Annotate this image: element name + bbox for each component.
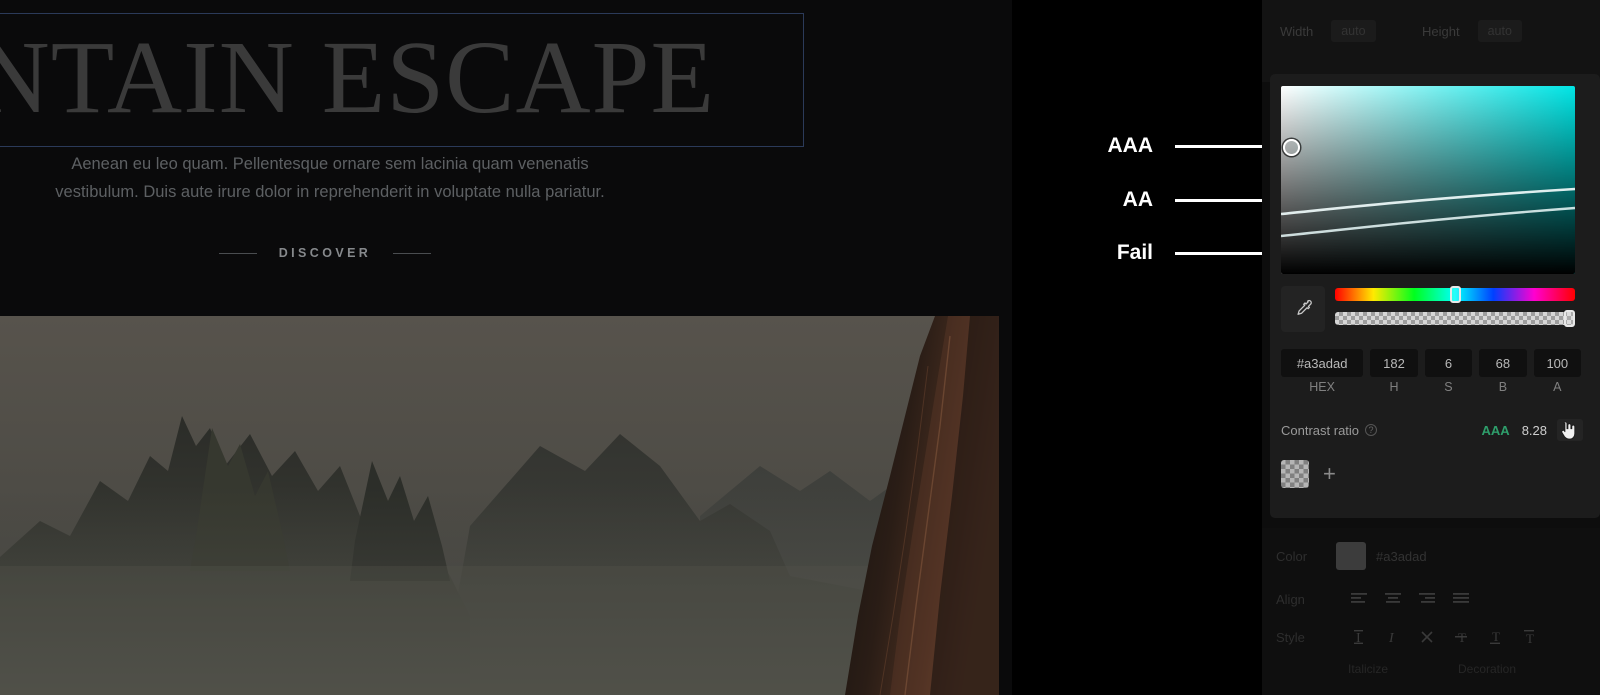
align-left-icon[interactable] <box>1342 584 1376 614</box>
hex-label: HEX <box>1309 380 1335 394</box>
text-color-row[interactable]: Color #a3adad <box>1276 542 1427 570</box>
italic-glyph: I <box>1354 630 1363 645</box>
hue-label: H <box>1389 380 1399 394</box>
align-center-icon[interactable] <box>1376 584 1410 614</box>
discover-cta[interactable]: DISCOVER <box>180 240 470 266</box>
saturation-input[interactable]: 6 <box>1424 349 1473 377</box>
align-right-icon[interactable] <box>1410 584 1444 614</box>
text-align-row: Align <box>1276 584 1478 614</box>
brightness-label: B <box>1498 380 1508 394</box>
cta-dash-left <box>218 252 257 254</box>
hero-paragraph[interactable]: Aenean eu leo quam. Pellentesque ornare … <box>0 150 700 206</box>
annotation-fail: Fail <box>1043 241 1295 265</box>
hue-input[interactable]: 182 <box>1370 349 1418 377</box>
saturation-brightness-field[interactable] <box>1281 86 1575 274</box>
hero-section: MOUNTAIN ESCAPE Aenean eu leo quam. Pell… <box>0 0 1012 316</box>
strikethrough-glyph: T <box>1455 630 1467 645</box>
eyedropper-glyph <box>1297 300 1312 315</box>
decoration-caption: Decoration <box>1458 662 1516 676</box>
right-inspector-panel: Width auto Height auto #a3adad 182 6 68 … <box>1262 0 1600 695</box>
text-color-swatch[interactable] <box>1336 542 1366 570</box>
annotation-fail-label: Fail <box>1116 241 1153 264</box>
alpha-input[interactable]: 100 <box>1533 349 1582 377</box>
mountain-photo-graphic <box>0 316 999 695</box>
contrast-grade-badge: AAA <box>1481 422 1510 438</box>
align-justify-glyph <box>1453 593 1469 603</box>
color-picker-popover: #a3adad 182 6 68 100 HEX H S B A Contras… <box>1270 74 1600 518</box>
height-control[interactable]: Height auto <box>1422 20 1522 42</box>
align-right-glyph <box>1419 593 1435 603</box>
overline-icon[interactable]: T <box>1512 622 1546 652</box>
annotation-aa-label: AA <box>1122 188 1153 211</box>
annotation-aaa: AAA <box>1043 134 1295 158</box>
width-label: Width <box>1280 23 1314 39</box>
info-icon[interactable]: ? <box>1365 424 1378 436</box>
align-left-glyph <box>1351 593 1367 603</box>
sb-gradient <box>1281 86 1575 274</box>
heading-selection-box[interactable] <box>0 13 804 147</box>
clear-format-icon[interactable] <box>1410 622 1444 652</box>
color-field-labels: HEX H S B A <box>1281 380 1581 400</box>
contrast-ratio-row: Contrast ratio ? AAA 8.28 <box>1281 418 1583 442</box>
cta-dash-right <box>393 252 432 254</box>
height-label: Height <box>1422 23 1460 39</box>
sb-selector-handle[interactable] <box>1283 139 1300 156</box>
hue-slider-thumb[interactable] <box>1450 286 1461 303</box>
dimensions-section: Width auto Height auto <box>1262 0 1600 82</box>
swatches-row: + <box>1281 460 1336 488</box>
text-style-label: Style <box>1276 629 1305 645</box>
hex-input[interactable]: #a3adad <box>1281 349 1364 377</box>
underline-icon[interactable]: T <box>1478 622 1512 652</box>
strikethrough-icon[interactable]: T <box>1444 622 1478 652</box>
hue-slider[interactable] <box>1335 286 1575 303</box>
color-value-fields: #a3adad 182 6 68 100 <box>1281 349 1582 377</box>
saturation-label: S <box>1444 380 1453 394</box>
text-style-row: Style I I T T <box>1276 622 1546 652</box>
mountain-photo[interactable] <box>0 316 999 695</box>
website-canvas: MOUNTAIN ESCAPE Aenean eu leo quam. Pell… <box>0 0 1012 695</box>
discover-label: DISCOVER <box>278 246 372 260</box>
text-color-hex[interactable]: #a3adad <box>1376 549 1427 564</box>
svg-text:T: T <box>1526 631 1534 645</box>
alpha-label: A <box>1553 380 1562 394</box>
italic-alt-glyph: I <box>1388 631 1395 645</box>
decoration-label: Decoration <box>1458 662 1517 676</box>
add-swatch-button[interactable]: + <box>1323 463 1336 485</box>
brightness-input[interactable]: 68 <box>1479 349 1527 377</box>
eyedropper-icon[interactable] <box>1281 286 1325 332</box>
text-align-label: Align <box>1276 591 1305 607</box>
text-color-label: Color <box>1276 548 1308 564</box>
svg-text:I: I <box>1388 631 1395 645</box>
app-root: MOUNTAIN ESCAPE Aenean eu leo quam. Pell… <box>0 0 1600 695</box>
overline-glyph: T <box>1524 630 1534 645</box>
width-control[interactable]: Width auto <box>1280 20 1376 42</box>
alpha-slider-thumb[interactable] <box>1564 310 1575 327</box>
align-center-glyph <box>1385 593 1401 603</box>
svg-text:T: T <box>1492 629 1500 644</box>
italic-icon[interactable]: I <box>1342 622 1376 652</box>
transparent-swatch-icon[interactable] <box>1281 460 1309 488</box>
slider-group <box>1281 286 1575 336</box>
underline-glyph: T <box>1490 629 1500 644</box>
contrast-ratio-value: 8.28 <box>1521 422 1547 438</box>
italicize-caption: Italicize <box>1348 662 1388 676</box>
text-style-panel: Color #a3adad Align Style I I T T Italic… <box>1262 528 1600 695</box>
alpha-slider[interactable] <box>1335 310 1575 327</box>
contrast-compare-button[interactable] <box>1557 419 1583 441</box>
italicize-label: Italicize <box>1348 662 1389 676</box>
contrast-ratio-label: Contrast ratio <box>1281 422 1360 438</box>
hand-cursor-icon <box>1561 421 1576 440</box>
clear-format-glyph <box>1421 631 1433 643</box>
align-justify-icon[interactable] <box>1444 584 1478 614</box>
annotation-aaa-label: AAA <box>1107 134 1154 157</box>
italic-alt-icon[interactable]: I <box>1376 622 1410 652</box>
height-value[interactable]: auto <box>1477 20 1522 42</box>
annotation-aa: AA <box>1043 188 1295 212</box>
width-value[interactable]: auto <box>1331 20 1376 42</box>
